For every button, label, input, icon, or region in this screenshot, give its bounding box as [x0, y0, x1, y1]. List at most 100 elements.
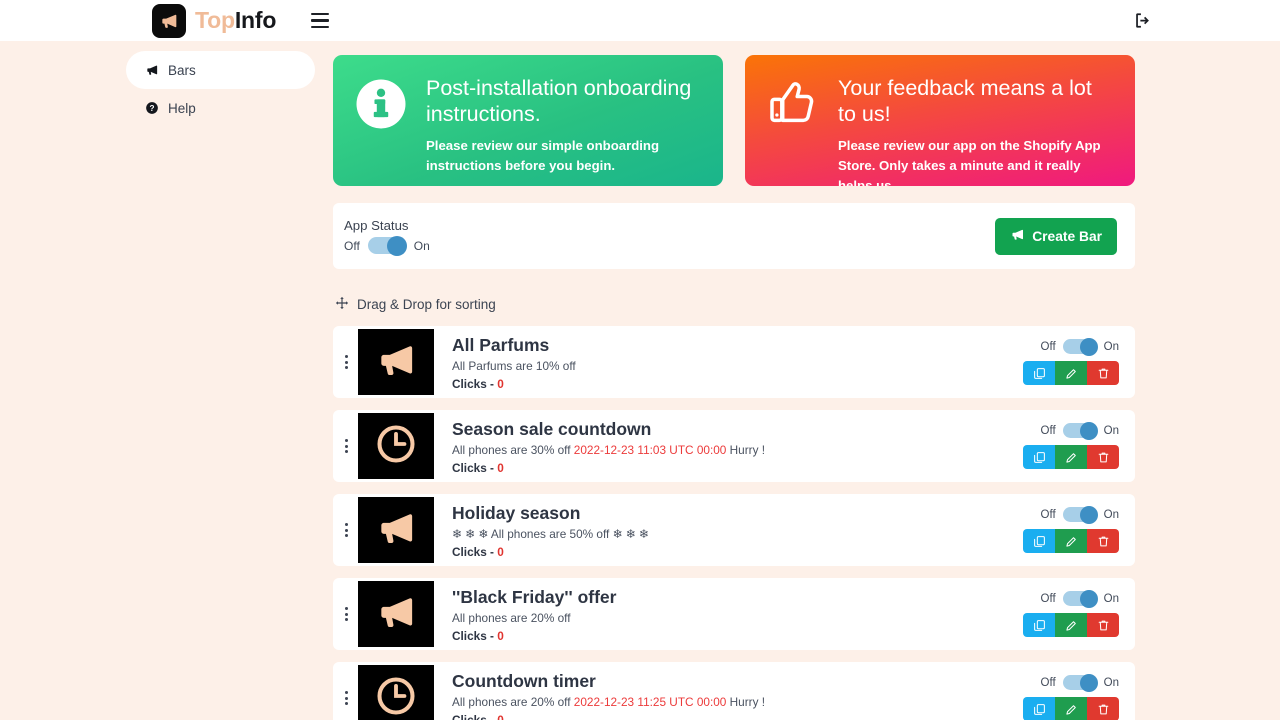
- onboarding-banner-body: Post-installation onboarding instruction…: [426, 74, 703, 186]
- feedback-banner-subtitle: Please review our app on the Shopify App…: [838, 138, 1101, 186]
- bar-clicks-count: 0: [497, 376, 504, 391]
- bar-description: ❄ ❄ ❄ All phones are 50% off ❄ ❄ ❄: [452, 527, 649, 542]
- bar-thumbnail: [358, 329, 434, 395]
- sidebar-item-bars[interactable]: Bars: [126, 51, 315, 89]
- delete-icon[interactable]: [1087, 361, 1119, 385]
- bar-title: All Parfums: [452, 334, 550, 355]
- hamburger-icon[interactable]: [311, 12, 330, 29]
- bar-clicks-label: Clicks -: [452, 376, 498, 391]
- brand-title-info: Info: [234, 7, 277, 33]
- onboarding-banner-title: Post-installation onboarding instruction…: [426, 76, 692, 126]
- drag-handle-icon[interactable]: [338, 523, 354, 537]
- bar-clicks: Clicks - 0: [452, 461, 765, 475]
- bar-description: All phones are 20% off: [452, 611, 616, 626]
- toggle-knob: [1079, 421, 1098, 440]
- app-status-label: App Status: [344, 218, 409, 233]
- feedback-banner-body: Your feedback means a lot to us! Please …: [838, 74, 1115, 186]
- clock-icon: [374, 674, 418, 720]
- onboarding-banner[interactable]: Post-installation onboarding instruction…: [333, 55, 723, 186]
- drag-handle-icon[interactable]: [338, 691, 354, 705]
- sidebar-item-label: Bars: [168, 62, 196, 78]
- bar-row[interactable]: All Parfums All Parfums are 10% off Clic…: [333, 326, 1135, 398]
- delete-icon[interactable]: [1087, 529, 1119, 553]
- bar-clicks: Clicks - 0: [452, 713, 765, 720]
- bar-off-label: Off: [1040, 508, 1056, 521]
- duplicate-icon[interactable]: [1023, 445, 1055, 469]
- duplicate-icon[interactable]: [1023, 361, 1055, 385]
- bar-info: Holiday season ❄ ❄ ❄ All phones are 50% …: [452, 502, 649, 559]
- bar-description-prefix: ❄ ❄ ❄ All phones are 50% off ❄ ❄ ❄: [452, 526, 649, 541]
- bar-on-label: On: [1103, 340, 1119, 353]
- drag-handle-icon[interactable]: [338, 607, 354, 621]
- bar-actions: [1023, 445, 1119, 469]
- logout-icon[interactable]: [1132, 11, 1152, 31]
- drag-handle-icon[interactable]: [338, 355, 354, 369]
- main-content: Post-installation onboarding instruction…: [333, 41, 1280, 720]
- delete-icon[interactable]: [1087, 613, 1119, 637]
- bar-description-prefix: All phones are 20% off: [452, 610, 571, 625]
- bar-status-toggle[interactable]: [1062, 421, 1098, 440]
- edit-icon[interactable]: [1055, 613, 1087, 637]
- bar-clicks-count: 0: [497, 460, 504, 475]
- bar-clicks: Clicks - 0: [452, 377, 576, 391]
- bar-on-label: On: [1103, 424, 1119, 437]
- bar-description-date: 2022-12-23 11:25 UTC 00:00: [573, 694, 727, 709]
- edit-icon[interactable]: [1055, 697, 1087, 720]
- bar-controls: Off On: [1023, 673, 1119, 720]
- bar-status-toggle[interactable]: [1062, 673, 1098, 692]
- bar-row[interactable]: Holiday season ❄ ❄ ❄ All phones are 50% …: [333, 494, 1135, 566]
- bar-controls: Off On: [1023, 505, 1119, 553]
- delete-icon[interactable]: [1087, 697, 1119, 720]
- question-circle-icon: ?: [144, 101, 159, 116]
- megaphone-icon: [374, 506, 418, 555]
- bar-status-toggle[interactable]: [1062, 337, 1098, 356]
- toggle-knob: [1079, 673, 1098, 692]
- bar-off-label: Off: [1040, 676, 1056, 689]
- app-status-on-label: On: [413, 238, 430, 253]
- feedback-banner-title: Your feedback means a lot to us!: [838, 76, 1092, 126]
- create-bar-button[interactable]: Create Bar: [995, 217, 1117, 255]
- bar-clicks-count: 0: [497, 712, 504, 720]
- bar-description-date: 2022-12-23 11:03 UTC 00:00: [573, 442, 727, 457]
- banner-row: Post-installation onboarding instruction…: [333, 41, 1135, 186]
- edit-icon[interactable]: [1055, 529, 1087, 553]
- edit-icon[interactable]: [1055, 445, 1087, 469]
- toggle-knob: [386, 235, 407, 256]
- brand-logo[interactable]: TopInfo: [152, 3, 276, 38]
- bar-description-prefix: All phones are 30% off: [452, 442, 574, 457]
- bar-status-toggle[interactable]: [1062, 589, 1098, 608]
- bar-controls: Off On: [1023, 337, 1119, 385]
- brand-title: TopInfo: [195, 9, 276, 32]
- drag-drop-hint-label: Drag & Drop for sorting: [357, 297, 496, 312]
- bar-info: Season sale countdown All phones are 30%…: [452, 418, 765, 475]
- bar-clicks-label: Clicks -: [452, 460, 498, 475]
- duplicate-icon[interactable]: [1023, 529, 1055, 553]
- duplicate-icon[interactable]: [1023, 613, 1055, 637]
- duplicate-icon[interactable]: [1023, 697, 1055, 720]
- bar-toggle-row: Off On: [1041, 589, 1119, 608]
- app-status-card: App Status Off On Create Bar: [333, 203, 1135, 269]
- app-status-toggle[interactable]: [367, 235, 407, 256]
- bar-actions: [1023, 529, 1119, 553]
- drag-drop-hint: Drag & Drop for sorting: [335, 296, 1135, 313]
- delete-icon[interactable]: [1087, 445, 1119, 469]
- bar-actions: [1023, 697, 1119, 720]
- sidebar-item-help[interactable]: ? Help: [126, 89, 315, 127]
- brand-mark-icon: [152, 3, 186, 38]
- brand-title-top: Top: [195, 7, 235, 33]
- bar-title: ''Black Friday'' offer: [452, 586, 617, 607]
- bar-row[interactable]: Countdown timer All phones are 20% off 2…: [333, 662, 1135, 720]
- bar-row[interactable]: ''Black Friday'' offer All phones are 20…: [333, 578, 1135, 650]
- bar-row[interactable]: Season sale countdown All phones are 30%…: [333, 410, 1135, 482]
- feedback-banner[interactable]: Your feedback means a lot to us! Please …: [745, 55, 1135, 186]
- app-status-switch-row: Off On: [344, 235, 430, 256]
- svg-text:?: ?: [149, 104, 154, 113]
- bar-on-label: On: [1103, 508, 1119, 521]
- drag-handle-icon[interactable]: [338, 439, 354, 453]
- edit-icon[interactable]: [1055, 361, 1087, 385]
- toggle-knob: [1079, 337, 1098, 356]
- bar-toggle-row: Off On: [1040, 673, 1119, 692]
- bar-clicks-count: 0: [497, 544, 504, 559]
- bar-status-toggle[interactable]: [1062, 505, 1098, 524]
- bar-thumbnail: [358, 665, 434, 720]
